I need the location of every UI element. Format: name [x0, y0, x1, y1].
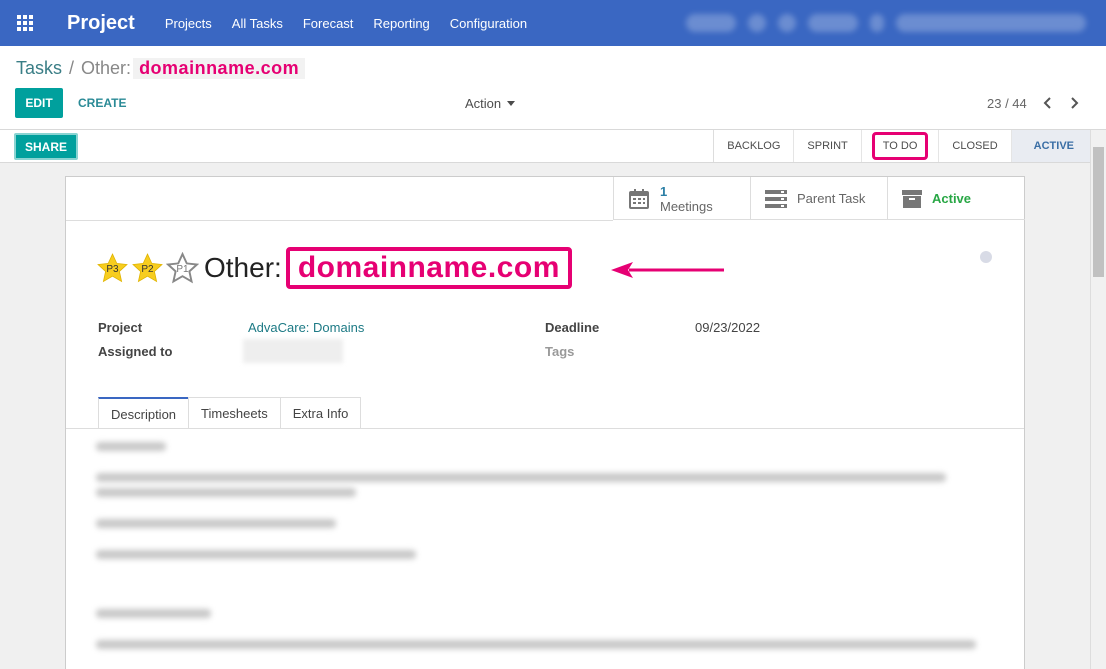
- pager-value[interactable]: 23 / 44: [987, 96, 1027, 111]
- task-title-row: P3 P2 P1 Other: domainname.com: [96, 247, 572, 289]
- control-panel: Tasks / Other: domainname.com EDIT CREAT…: [0, 46, 1106, 130]
- tab-description[interactable]: Description: [98, 397, 190, 429]
- star-label: P1: [176, 264, 189, 275]
- priority-star-p1[interactable]: P1: [165, 251, 200, 285]
- apps-menu-icon[interactable]: [0, 0, 50, 46]
- star-label: P2: [141, 264, 154, 275]
- chevron-left-icon[interactable]: [1035, 88, 1061, 118]
- menu-projects[interactable]: Projects: [165, 16, 212, 31]
- breadcrumb-separator: /: [69, 58, 75, 78]
- stage-closed[interactable]: CLOSED: [939, 130, 1012, 162]
- project-value[interactable]: AdvaCare: Domains: [248, 320, 364, 335]
- task-title-prefix[interactable]: Other:: [204, 252, 282, 284]
- star-label: P3: [106, 264, 119, 275]
- archive-icon: [902, 189, 922, 208]
- meetings-button[interactable]: 1 Meetings: [613, 177, 750, 220]
- priority-star-p3[interactable]: P3: [96, 252, 129, 285]
- tab-extra-info[interactable]: Extra Info: [279, 397, 362, 429]
- pager: 23 / 44: [987, 88, 1087, 118]
- action-dropdown[interactable]: Action: [465, 88, 516, 118]
- stage-active[interactable]: ACTIVE: [1011, 130, 1090, 162]
- description-blurred: [96, 437, 976, 669]
- deadline-value[interactable]: 09/23/2022: [695, 320, 760, 335]
- notebook-tabs: Description Timesheets Extra Info: [98, 397, 362, 429]
- menu-forecast[interactable]: Forecast: [303, 16, 354, 31]
- kanban-state-indicator[interactable]: [980, 251, 992, 263]
- tab-timesheets[interactable]: Timesheets: [188, 397, 281, 429]
- meetings-label: Meetings: [660, 198, 713, 214]
- scrollbar-thumb[interactable]: [1093, 147, 1104, 277]
- active-label: Active: [932, 191, 972, 206]
- tags-label: Tags: [545, 344, 575, 359]
- share-button[interactable]: SHARE: [14, 133, 78, 160]
- parent-task-label: Parent Task: [797, 191, 866, 206]
- edit-button[interactable]: EDIT: [15, 88, 63, 118]
- breadcrumb-current: Other:: [81, 58, 132, 78]
- menu-all-tasks[interactable]: All Tasks: [232, 16, 283, 31]
- systray-blurred: [686, 0, 1086, 46]
- app-title[interactable]: Project: [67, 12, 135, 35]
- page-scrollbar[interactable]: [1090, 130, 1106, 669]
- tabs-divider: [66, 428, 1024, 429]
- menu-configuration[interactable]: Configuration: [450, 16, 527, 31]
- action-label: Action: [465, 95, 502, 111]
- divider: [66, 220, 613, 221]
- assigned-label: Assigned to: [98, 344, 173, 359]
- breadcrumb: Tasks / Other: domainname.com: [16, 58, 306, 79]
- task-title-domain[interactable]: domainname.com: [285, 247, 572, 289]
- top-navbar: Project Projects All Tasks Forecast Repo…: [0, 0, 1106, 46]
- stage-todo[interactable]: TO DO: [862, 130, 940, 162]
- menu-reporting[interactable]: Reporting: [373, 16, 429, 31]
- stage-pipeline: BACKLOG SPRINT TO DO CLOSED ACTIVE: [713, 130, 1090, 162]
- breadcrumb-domain: domainname.com: [133, 58, 306, 79]
- assigned-user-blurred[interactable]: [243, 339, 343, 363]
- status-bar: SHARE BACKLOG SPRINT TO DO CLOSED ACTIVE: [0, 130, 1090, 163]
- project-label: Project: [98, 320, 143, 335]
- calendar-icon: [629, 188, 649, 209]
- meetings-count: 1: [660, 183, 668, 199]
- chevron-right-icon[interactable]: [1061, 88, 1087, 118]
- stage-sprint[interactable]: SPRINT: [794, 130, 862, 162]
- parent-task-button[interactable]: Parent Task: [750, 177, 887, 220]
- create-button[interactable]: CREATE: [78, 88, 126, 118]
- breadcrumb-tasks[interactable]: Tasks: [16, 58, 62, 79]
- server-icon: [765, 189, 787, 208]
- form-sheet: 1 Meetings Parent Task Active P3 P2 P1 O…: [65, 176, 1025, 669]
- priority-star-p2[interactable]: P2: [131, 252, 164, 285]
- active-toggle-button[interactable]: Active: [887, 177, 1025, 220]
- caret-down-icon: [507, 100, 516, 106]
- smart-button-box: 1 Meetings Parent Task Active: [613, 177, 1025, 220]
- deadline-label: Deadline: [545, 320, 600, 335]
- stage-backlog[interactable]: BACKLOG: [714, 130, 795, 162]
- annotation-arrow-icon: [611, 262, 724, 278]
- stage-todo-label: TO DO: [871, 132, 929, 160]
